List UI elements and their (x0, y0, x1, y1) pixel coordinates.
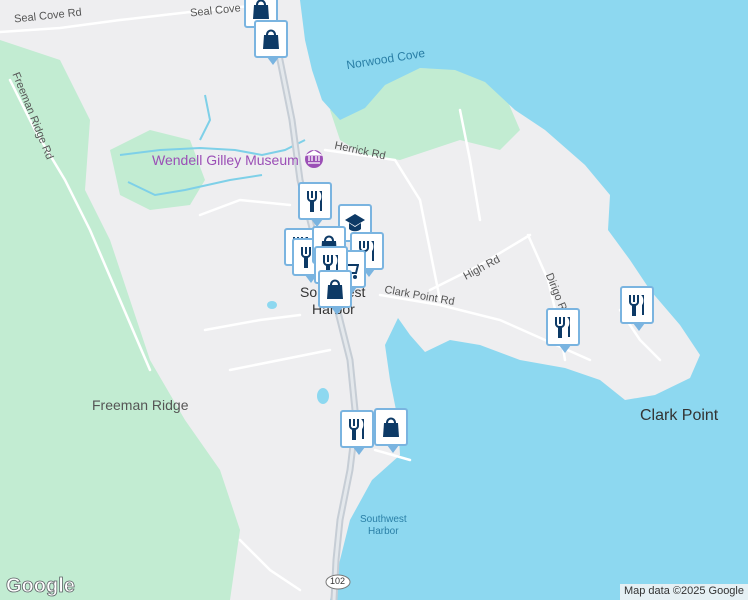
shopping-bag-pin[interactable] (318, 270, 352, 315)
restaurant-pin[interactable] (620, 286, 654, 331)
shopping-bag-icon (383, 417, 399, 437)
freeman-ridge-label: Freeman Ridge (92, 397, 189, 413)
restaurant-icon (629, 295, 644, 316)
shopping-bag-icon (327, 279, 343, 299)
harbor-label-harbor: Harbor (368, 526, 399, 537)
wendell-gilley-museum-label: Wendell Gilley Museum (152, 152, 299, 168)
harbor-label-southwest: Southwest (360, 514, 407, 525)
shopping-bag-pin[interactable] (254, 20, 288, 65)
pond (267, 301, 277, 309)
restaurant-icon (307, 191, 322, 212)
pond (317, 388, 329, 404)
restaurant-pin[interactable] (340, 410, 374, 455)
clark-point-label: Clark Point (640, 407, 719, 424)
restaurant-pin[interactable] (546, 308, 580, 353)
route-102-label: 102 (330, 576, 346, 586)
restaurant-icon (349, 419, 364, 440)
shopping-bag-pin[interactable] (374, 408, 408, 453)
museum-icon (304, 150, 324, 168)
shopping-bag-icon (263, 29, 279, 49)
google-logo: Google (6, 575, 76, 598)
shopping-bag-icon (253, 0, 269, 19)
map-copyright[interactable]: Map data ©2025 Google (619, 584, 748, 600)
restaurant-pin[interactable] (298, 182, 332, 227)
restaurant-icon (555, 317, 570, 338)
